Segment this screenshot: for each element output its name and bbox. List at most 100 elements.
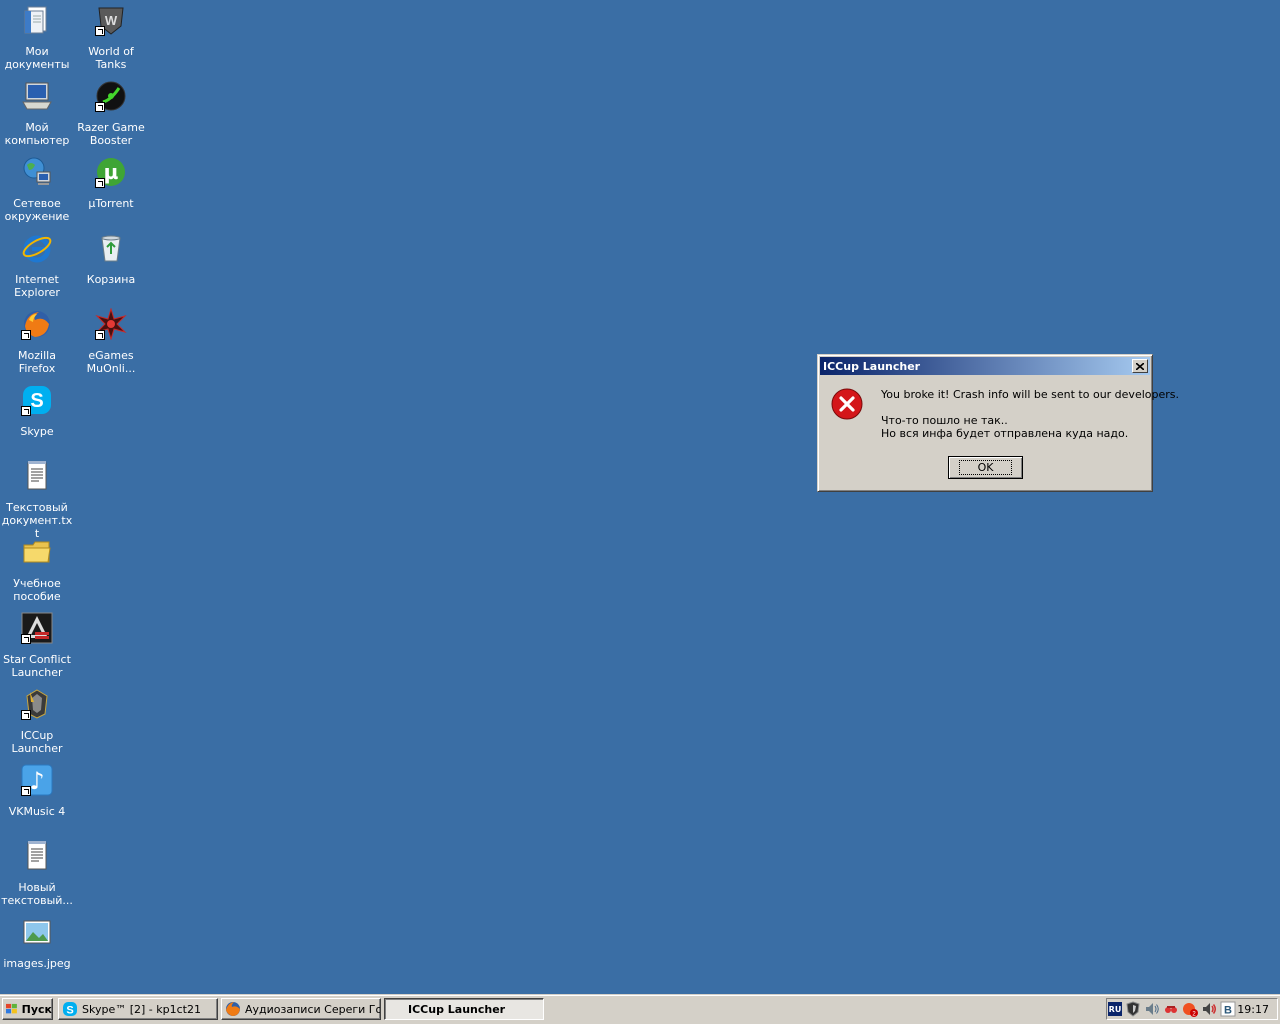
- desktop-icon-new-text-document[interactable]: Новый текстовый...: [0, 838, 74, 907]
- shield-icon[interactable]: [1125, 1001, 1141, 1017]
- windows-logo-icon: [6, 1003, 17, 1014]
- desktop-icon-label: ICCup Launcher: [11, 729, 63, 755]
- svg-text:♪: ♪: [29, 767, 44, 795]
- notification-badge-icon[interactable]: 2: [1182, 1001, 1198, 1017]
- error-icon: [830, 387, 864, 421]
- desktop-icon-world-of-tanks[interactable]: W World of Tanks: [74, 2, 148, 71]
- desktop-icon-label: µTorrent: [88, 197, 134, 210]
- shortcut-arrow-icon: [21, 330, 31, 340]
- desktop-icon-label: Razer Game Booster: [77, 121, 145, 147]
- world-of-tanks-icon: W: [95, 4, 127, 36]
- shortcut-arrow-icon: [95, 178, 105, 188]
- image-file-icon: [21, 916, 53, 948]
- vkmusic-icon: ♪: [21, 764, 53, 796]
- razer-game-booster-icon: [95, 80, 127, 112]
- dialog-close-button[interactable]: [1132, 359, 1148, 373]
- desktop-icon-text-document[interactable]: Текстовый документ.txt: [0, 458, 74, 540]
- dialog-message-line: Что-то пошло не так..: [881, 414, 1008, 427]
- dialog-message-line: Но вся инфа будет отправлена куда надо.: [881, 427, 1129, 440]
- svg-text:S: S: [66, 1005, 73, 1017]
- dialog-titlebar[interactable]: ICCup Launcher: [820, 357, 1150, 375]
- skype-icon: S: [63, 1002, 77, 1017]
- desktop-icon-label: Мой компьютер: [4, 121, 70, 147]
- start-label: Пуск: [21, 1002, 52, 1016]
- svg-text:W: W: [105, 13, 118, 28]
- network-places-icon: [21, 156, 53, 188]
- desktop-icon-star-conflict[interactable]: Star Conflict Launcher: [0, 610, 74, 679]
- desktop-icon-label: VKMusic 4: [8, 805, 66, 818]
- error-dialog: ICCup Launcher You broke it! Crash info …: [817, 354, 1179, 492]
- desktop-icon-image-file[interactable]: images.jpeg: [0, 914, 74, 970]
- svg-text:µ: µ: [104, 160, 119, 184]
- taskbar: Пуск S Skype™ [2] - kp1ct21 Аудиозаписи …: [0, 994, 1280, 1024]
- clock[interactable]: 19:17: [1237, 1003, 1269, 1016]
- start-button[interactable]: Пуск: [2, 998, 53, 1020]
- svg-text:B: B: [1224, 1005, 1232, 1017]
- utorrent-icon: µ: [95, 156, 127, 188]
- network-activity-icon[interactable]: [1163, 1001, 1179, 1017]
- desktop-icon-label: eGames MuOnli...: [86, 349, 136, 375]
- desktop-icon-vkmusic[interactable]: ♪ VKMusic 4: [0, 762, 74, 818]
- text-document-icon: [21, 460, 53, 492]
- desktop-icon-label: World of Tanks: [88, 45, 134, 71]
- shortcut-arrow-icon: [95, 102, 105, 112]
- iccup-launcher-icon: [21, 688, 53, 720]
- desktop-icon-skype[interactable]: S Skype: [0, 382, 74, 438]
- desktop-icon-label: Star Conflict Launcher: [3, 653, 71, 679]
- shortcut-arrow-icon: [21, 406, 31, 416]
- task-button-skype[interactable]: S Skype™ [2] - kp1ct21: [58, 998, 218, 1020]
- task-label: Аудиозаписи Сереги Го...: [245, 1002, 381, 1016]
- new-text-document-icon: [21, 840, 53, 872]
- shortcut-arrow-icon: [95, 26, 105, 36]
- skype-icon: S: [21, 384, 53, 416]
- task-label: ICCup Launcher: [408, 1002, 506, 1016]
- firefox-icon: [21, 308, 53, 340]
- desktop-icon-label: Internet Explorer: [14, 273, 60, 299]
- desktop-icon-label: Mozilla Firefox: [18, 349, 56, 375]
- star-conflict-icon: [21, 612, 53, 644]
- ok-button[interactable]: OK: [948, 456, 1023, 479]
- task-button-firefox[interactable]: Аудиозаписи Сереги Го...: [221, 998, 381, 1020]
- shortcut-arrow-icon: [21, 634, 31, 644]
- desktop-icon-label: Сетевое окружение: [4, 197, 70, 223]
- desktop-icon-label: Новый текстовый...: [1, 881, 73, 907]
- internet-explorer-icon: [21, 232, 53, 264]
- desktop-icon-label: Учебное пособие: [13, 577, 61, 603]
- close-icon: [1136, 362, 1144, 370]
- desktop-icon-razer-game-booster[interactable]: Razer Game Booster: [74, 78, 148, 147]
- dialog-message: You broke it! Crash info will be sent to…: [881, 388, 1179, 440]
- volume-icon[interactable]: [1144, 1001, 1160, 1017]
- dialog-title: ICCup Launcher: [823, 359, 921, 373]
- desktop-icon-label: Skype: [20, 425, 54, 438]
- language-indicator[interactable]: RU: [1108, 1002, 1122, 1016]
- folder-icon: [21, 536, 53, 568]
- vk-icon[interactable]: B: [1220, 1001, 1236, 1017]
- desktop-icon-label: Корзина: [86, 273, 136, 286]
- task-label: Skype™ [2] - kp1ct21: [82, 1002, 201, 1016]
- firefox-icon: [226, 1002, 240, 1016]
- desktop-icon-firefox[interactable]: Mozilla Firefox: [0, 306, 74, 375]
- task-button-iccup-launcher[interactable]: ICCup Launcher: [384, 998, 544, 1020]
- speaker-icon[interactable]: [1201, 1001, 1217, 1017]
- shortcut-arrow-icon: [95, 330, 105, 340]
- desktop-icon-iccup-launcher[interactable]: ICCup Launcher: [0, 686, 74, 755]
- desktop-icon-folder[interactable]: Учебное пособие: [0, 534, 74, 603]
- desktop-icon-label: images.jpeg: [3, 957, 71, 970]
- system-tray: RU 2 B 19:17: [1106, 998, 1278, 1020]
- recycle-bin-icon: [95, 232, 127, 264]
- dialog-message-line: You broke it! Crash info will be sent to…: [881, 388, 1179, 401]
- shortcut-arrow-icon: [21, 710, 31, 720]
- desktop-icon-recycle-bin[interactable]: Корзина: [74, 230, 148, 286]
- desktop-icon-my-computer[interactable]: Мой компьютер: [0, 78, 74, 147]
- my-computer-icon: [21, 80, 53, 112]
- desktop-icon-network-places[interactable]: Сетевое окружение: [0, 154, 74, 223]
- desktop-icon-my-documents[interactable]: Мои документы: [0, 2, 74, 71]
- desktop-icon-utorrent[interactable]: µ µTorrent: [74, 154, 148, 210]
- shortcut-arrow-icon: [21, 786, 31, 796]
- my-documents-icon: [21, 4, 53, 36]
- desktop-icon-label: Мои документы: [4, 45, 70, 71]
- desktop-icon-egames-muonline[interactable]: eGames MuOnli...: [74, 306, 148, 375]
- egames-muonline-icon: [95, 307, 127, 341]
- desktop-icon-internet-explorer[interactable]: Internet Explorer: [0, 230, 74, 299]
- ok-button-label: OK: [958, 460, 1013, 475]
